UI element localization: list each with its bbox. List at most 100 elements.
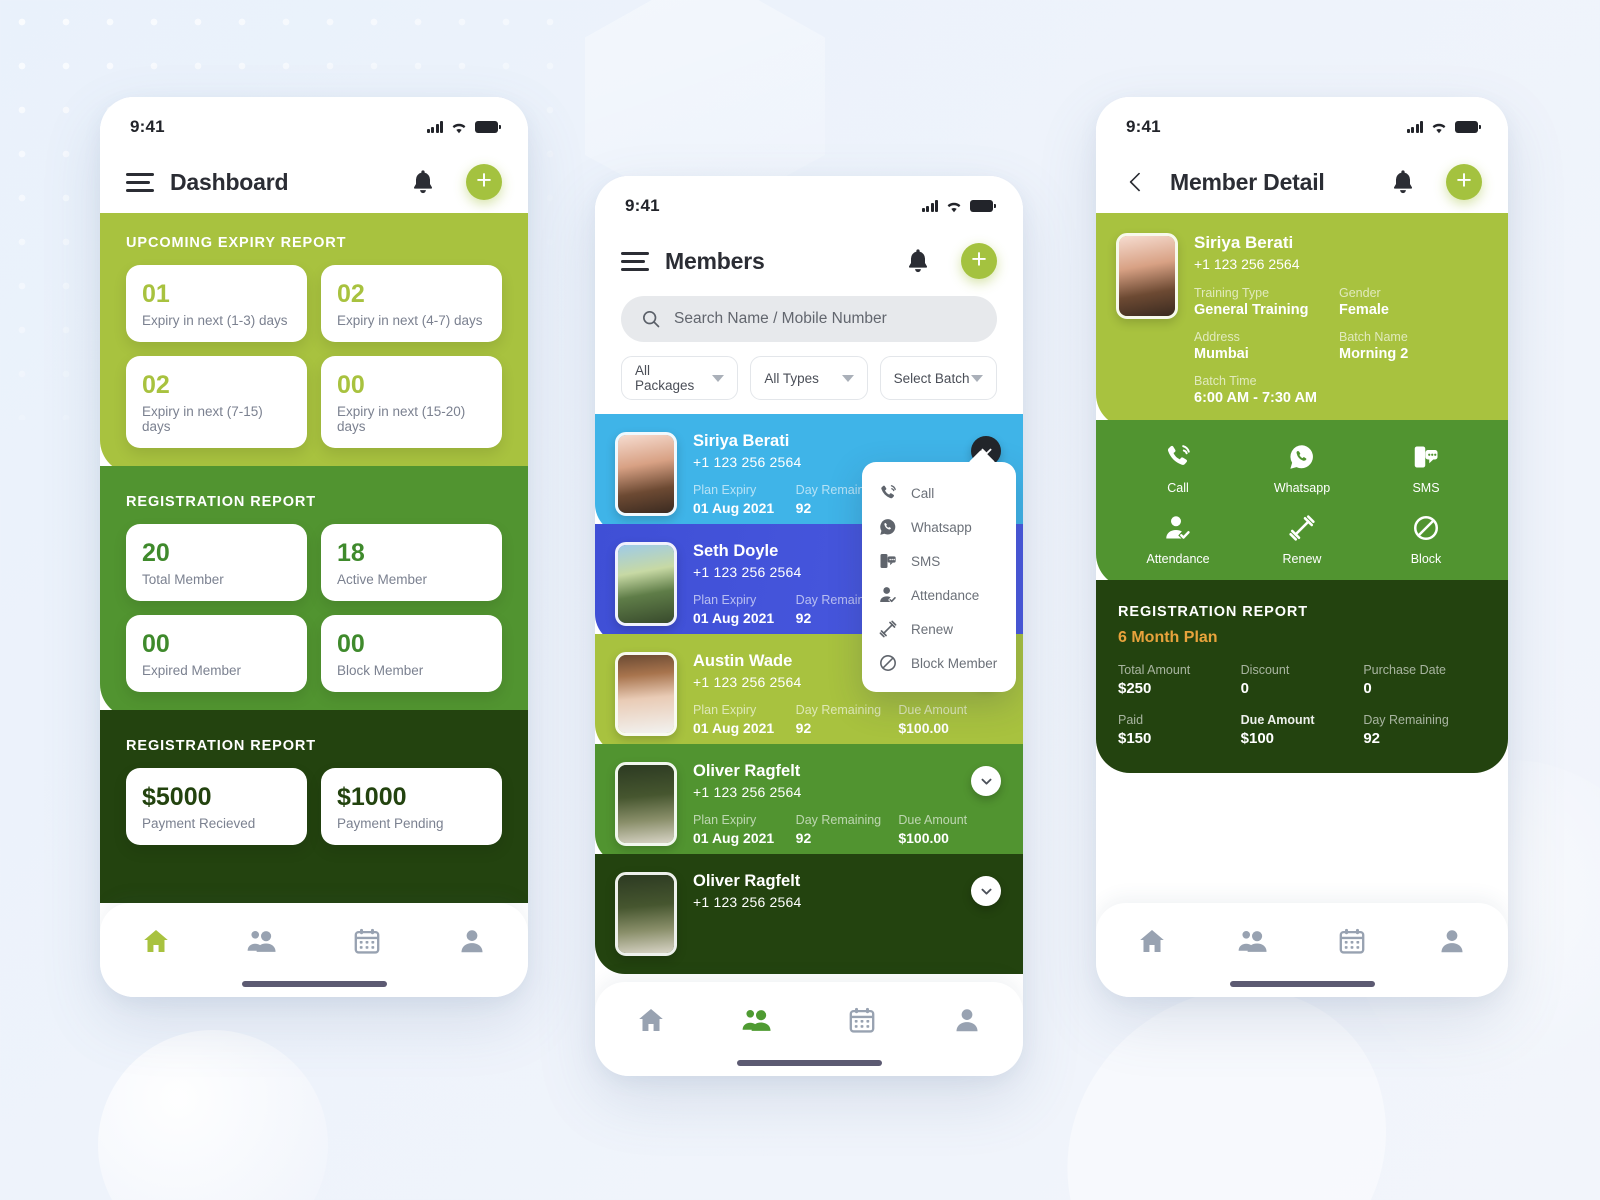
status-bar: 9:41 [100, 97, 528, 151]
stat-label: Active Member [337, 572, 428, 587]
nav-item-home[interactable] [1130, 921, 1174, 961]
meta-label: Day Remaining [795, 703, 882, 717]
bell-icon[interactable] [905, 247, 931, 275]
profile-icon [956, 1009, 978, 1032]
nav-item-members[interactable] [1230, 921, 1274, 961]
field-label: Batch Time [1194, 374, 1257, 388]
field-purchase-date: Purchase Date 0 [1363, 663, 1486, 697]
stat-card[interactable]: 02 Expiry in next (4-7) days [321, 265, 502, 342]
field-training-type: Training Type General Training [1194, 286, 1339, 318]
member-list-item[interactable]: Oliver Ragfelt +1 123 256 2564 [595, 854, 1023, 974]
avatar [615, 542, 677, 626]
filter-select-batch[interactable]: Select Batch [879, 356, 997, 400]
nav-item-profile[interactable] [945, 1000, 989, 1040]
add-member-button[interactable] [1446, 164, 1482, 200]
nav-item-calendar[interactable] [840, 1000, 884, 1040]
stat-card[interactable]: 00 Expired Member [126, 615, 307, 692]
call-icon [1167, 445, 1190, 465]
wifi-icon [947, 202, 961, 212]
avatar [615, 432, 677, 516]
member-menu-toggle[interactable] [971, 766, 1001, 796]
status-time: 9:41 [130, 117, 165, 136]
nav-item-calendar[interactable] [1330, 921, 1374, 961]
menu-item-call[interactable]: Call [862, 476, 1016, 510]
nav-item-profile[interactable] [1430, 921, 1474, 961]
menu-item-label: SMS [911, 553, 941, 569]
search-input[interactable]: Search Name / Mobile Number [621, 296, 997, 342]
field-value: $100 [1240, 730, 1275, 747]
filter-label: All Packages [635, 363, 695, 393]
stat-value: 01 [142, 280, 170, 308]
field-value: 0 [1363, 680, 1372, 697]
detail-registration-report: REGISTRATION REPORT 6 Month Plan Total A… [1096, 580, 1508, 773]
member-name: Oliver Ragfelt [693, 872, 801, 890]
stat-value: 00 [337, 630, 365, 658]
action-renew[interactable]: Renew [1240, 513, 1364, 566]
meta-plan-expiry: Plan Expiry 01 Aug 2021 [693, 593, 796, 626]
sms-icon [880, 554, 896, 568]
hamburger-icon[interactable] [621, 251, 649, 271]
status-indicators [426, 121, 501, 134]
add-member-button[interactable] [961, 243, 997, 279]
action-sms[interactable]: SMS [1364, 442, 1488, 495]
meta-label: Plan Expiry [693, 703, 757, 717]
stat-card[interactable]: 01 Expiry in next (1-3) days [126, 265, 307, 342]
stat-card[interactable]: 00 Block Member [321, 615, 502, 692]
stat-card[interactable]: $1000 Payment Pending [321, 768, 502, 845]
renew-icon [1289, 515, 1315, 541]
nav-item-home[interactable] [629, 1000, 673, 1040]
nav-item-home[interactable] [134, 921, 178, 961]
menu-item-sms[interactable]: SMS [862, 544, 1016, 578]
member-detail-summary: Siriya Berati +1 123 256 2564 Training T… [1096, 213, 1508, 428]
menu-item-whatsapp[interactable]: Whatsapp [862, 510, 1016, 544]
stat-card[interactable]: 02 Expiry in next (7-15) days [126, 356, 307, 448]
nav-item-profile[interactable] [450, 921, 494, 961]
stat-label: Payment Pending [337, 816, 444, 831]
member-list-item[interactable]: Siriya Berati +1 123 256 2564 Plan Expir… [595, 414, 1023, 692]
member-fields: Training Type General Training Gender Fe… [1194, 286, 1484, 406]
bell-icon[interactable] [410, 168, 436, 196]
back-chevron-icon[interactable] [1129, 172, 1149, 192]
member-name: Siriya Berati [1194, 233, 1294, 252]
action-whatsapp[interactable]: Whatsapp [1240, 442, 1364, 495]
menu-item-attendance[interactable]: Attendance [862, 578, 1016, 612]
field-label: Batch Name [1339, 330, 1408, 344]
menu-item-renew[interactable]: Renew [862, 612, 1016, 646]
battery-icon [475, 121, 501, 133]
bell-icon[interactable] [1390, 168, 1416, 196]
status-bar: 9:41 [1096, 97, 1508, 151]
nav-item-members[interactable] [239, 921, 283, 961]
filter-all-types[interactable]: All Types [750, 356, 868, 400]
action-block[interactable]: Block [1364, 513, 1488, 566]
stat-card[interactable]: 18 Active Member [321, 524, 502, 601]
hamburger-icon[interactable] [126, 172, 154, 192]
upcoming-expiry-panel: UPCOMING EXPIRY REPORT 01 Expiry in next… [100, 213, 528, 474]
add-member-button[interactable] [466, 164, 502, 200]
meta-value: 01 Aug 2021 [693, 610, 775, 626]
meta-day-remaining: Day Remaining 92 [796, 813, 899, 846]
stat-card[interactable]: $5000 Payment Recieved [126, 768, 307, 845]
field-value: $250 [1118, 680, 1152, 697]
status-time: 9:41 [625, 196, 660, 215]
chevron-down-icon [981, 888, 991, 895]
filter-all-packages[interactable]: All Packages [621, 356, 739, 400]
member-list-item[interactable]: Oliver Ragfelt +1 123 256 2564 Plan Expi… [595, 744, 1023, 864]
nav-item-members[interactable] [734, 1000, 778, 1040]
meta-plan-expiry: Plan Expiry 01 Aug 2021 [693, 703, 796, 736]
bottom-nav-row [1130, 921, 1474, 961]
stat-card[interactable]: 20 Total Member [126, 524, 307, 601]
signal-icon [921, 200, 938, 212]
member-menu-toggle[interactable] [971, 876, 1001, 906]
action-grid: Call Whatsapp SMS Attendance Renew Block [1116, 442, 1488, 566]
field-value: General Training [1194, 302, 1309, 318]
meta-value: $100.00 [898, 720, 949, 736]
field-gender: Gender Female [1339, 286, 1484, 318]
menu-item-block[interactable]: Block Member [862, 646, 1016, 680]
whatsapp-icon [1290, 445, 1313, 469]
meta-label: Due Amount [898, 813, 968, 827]
action-attendance[interactable]: Attendance [1116, 513, 1240, 566]
action-call[interactable]: Call [1116, 442, 1240, 495]
stat-card[interactable]: 00 Expiry in next (15-20) days [321, 356, 502, 448]
nav-item-calendar[interactable] [345, 921, 389, 961]
field-batch-time: Batch Time 6:00 AM - 7:30 AM [1194, 374, 1339, 406]
